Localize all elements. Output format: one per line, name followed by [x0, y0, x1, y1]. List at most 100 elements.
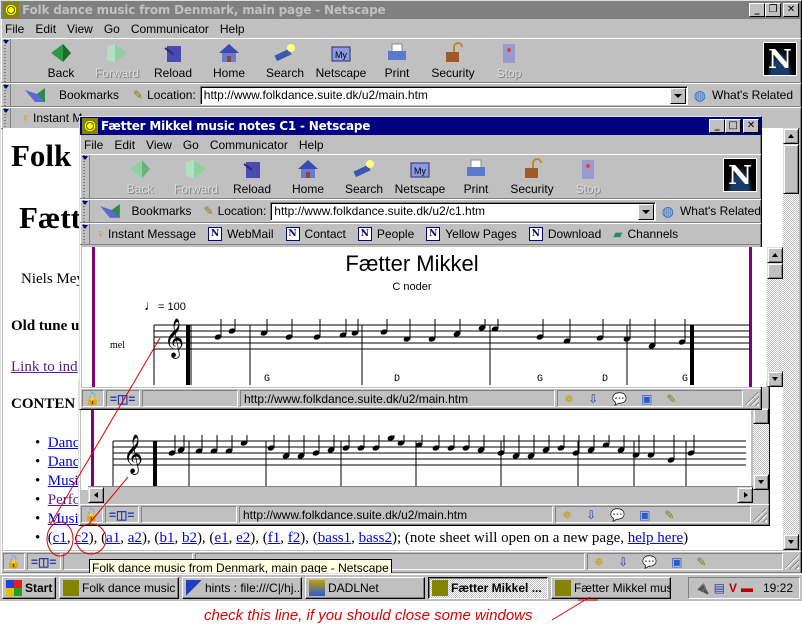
stop-button[interactable]: Stop	[481, 39, 537, 80]
newsgroups-icon[interactable]: 💬	[642, 555, 657, 569]
minimize-button[interactable]: _	[749, 3, 765, 17]
toolbar-grip[interactable]	[80, 155, 90, 198]
netscape-logo[interactable]: N	[723, 158, 757, 192]
composer-icon[interactable]: ✎	[696, 555, 706, 569]
modem-icon[interactable]: ▬	[741, 581, 753, 595]
list-link[interactable]: Danc	[48, 454, 80, 470]
antivirus-icon[interactable]: V	[729, 581, 737, 595]
list-link[interactable]: Perfo	[48, 492, 81, 508]
menu-communicator[interactable]: Communicator	[131, 22, 209, 36]
bookmarks-button[interactable]: Bookmarks	[59, 88, 119, 102]
taskbar-item-faetter-mikkel[interactable]: Fætter Mikkel mus...	[551, 576, 671, 599]
index-link[interactable]: Link to ind	[11, 359, 78, 376]
security-status-icon[interactable]: 🔓	[82, 390, 104, 407]
maximize-button[interactable]: □	[725, 119, 741, 133]
close-button[interactable]: ✕	[783, 3, 799, 17]
bookmarks-button[interactable]: Bookmarks	[131, 204, 191, 218]
security-button[interactable]: Security	[504, 155, 560, 196]
c2-vertical-scrollbar[interactable]	[753, 408, 769, 490]
restore-button[interactable]: ❐	[765, 3, 781, 17]
security-status-icon[interactable]: 🔓	[3, 553, 25, 570]
mail-icon[interactable]: ⇩	[588, 392, 598, 406]
toolbar-grip[interactable]	[80, 200, 90, 222]
composer-icon[interactable]: ✎	[666, 392, 676, 406]
back-button[interactable]: Back	[112, 155, 168, 196]
security-button[interactable]: Security	[425, 39, 481, 80]
print-button[interactable]: Print	[448, 155, 504, 196]
note-link-e2[interactable]: e2	[236, 530, 250, 546]
list-link[interactable]: Danc	[48, 435, 80, 451]
personal-yellow-pages[interactable]: N Yellow Pages	[426, 227, 517, 241]
note-link-f2[interactable]: f2	[288, 530, 301, 546]
minimize-button[interactable]: _	[709, 119, 725, 133]
menu-help[interactable]: Help	[299, 138, 324, 152]
menu-view[interactable]: View	[67, 22, 93, 36]
netscape-button[interactable]: My Netscape	[392, 155, 448, 196]
menu-file[interactable]: File	[84, 138, 103, 152]
composer-icon[interactable]: ✎	[664, 508, 674, 522]
list-link[interactable]: Musi	[48, 511, 79, 527]
resize-grip[interactable]	[785, 554, 799, 569]
main-vertical-scrollbar[interactable]	[783, 128, 799, 550]
forward-button[interactable]: Forward	[89, 39, 145, 80]
toolbar-grip[interactable]	[1, 84, 11, 106]
scheduler-icon[interactable]: ▤	[714, 581, 725, 595]
main-titlebar[interactable]: Folk dance music from Denmark, main page…	[1, 1, 801, 19]
note-link-c2[interactable]: c2	[74, 530, 88, 546]
note-link-bass1[interactable]: bass1	[318, 530, 351, 546]
forward-button[interactable]: Forward	[168, 155, 224, 196]
instant-message-link[interactable]: Instant M	[33, 111, 82, 125]
scroll-thumb[interactable]	[783, 144, 799, 194]
scroll-thumb[interactable]	[767, 263, 783, 279]
address-book-icon[interactable]: ▣	[671, 555, 682, 569]
note-link-b2[interactable]: b2	[182, 530, 197, 546]
personal-download[interactable]: N Download	[528, 227, 601, 241]
print-button[interactable]: Print	[369, 39, 425, 80]
address-book-icon[interactable]: ▣	[639, 508, 650, 522]
personal-webmail[interactable]: N WebMail	[208, 227, 274, 241]
security-status-icon[interactable]: 🔓	[81, 506, 103, 523]
newsgroups-icon[interactable]: 💬	[612, 392, 627, 406]
search-button[interactable]: Search	[336, 155, 392, 196]
personal-channels[interactable]: ▰ Channels	[613, 227, 678, 241]
menu-help[interactable]: Help	[220, 22, 245, 36]
c1-url-input[interactable]: http://www.folkdance.suite.dk/u2/c1.htm	[270, 201, 656, 221]
resize-grip[interactable]	[745, 391, 759, 406]
note-link-e1[interactable]: e1	[214, 530, 228, 546]
note-link-f1[interactable]: f1	[268, 530, 281, 546]
stop-button[interactable]: Stop	[560, 155, 616, 196]
list-link[interactable]: Musi	[48, 473, 79, 489]
scroll-right-button[interactable]	[737, 487, 753, 503]
resize-grip[interactable]	[753, 507, 767, 522]
menu-communicator[interactable]: Communicator	[210, 138, 288, 152]
toolbar-grip[interactable]	[1, 39, 11, 82]
reload-button[interactable]: Reload	[145, 39, 201, 80]
navigator-icon[interactable]: ✵	[564, 392, 574, 406]
close-button[interactable]: ✕	[743, 119, 759, 133]
c2-horizontal-scrollbar[interactable]	[88, 486, 753, 503]
scroll-up-button[interactable]	[767, 247, 783, 263]
search-button[interactable]: Search	[257, 39, 313, 80]
taskbar-item-folk-dance[interactable]: Folk dance music ...	[59, 576, 179, 599]
note-link-c1[interactable]: c1	[53, 530, 67, 546]
scroll-down-button[interactable]	[767, 371, 783, 387]
mail-icon[interactable]: ⇩	[586, 508, 596, 522]
menu-view[interactable]: View	[146, 138, 172, 152]
toolbar-grip[interactable]	[80, 224, 90, 244]
navigator-icon[interactable]: ✵	[562, 508, 572, 522]
url-dropdown-button[interactable]	[669, 87, 686, 104]
newsgroups-icon[interactable]: 💬	[610, 508, 625, 522]
back-button[interactable]: Back	[33, 39, 89, 80]
power-plug-icon[interactable]: 🔌	[695, 581, 710, 595]
taskbar-item-dadlnet[interactable]: DADLNet	[305, 576, 425, 599]
home-button[interactable]: Home	[280, 155, 336, 196]
scroll-down-button[interactable]	[753, 474, 769, 490]
home-button[interactable]: Home	[201, 39, 257, 80]
menu-edit[interactable]: Edit	[35, 22, 56, 36]
scroll-down-button[interactable]	[783, 534, 799, 550]
scroll-up-button[interactable]	[783, 128, 799, 144]
personal-contact[interactable]: N Contact	[285, 227, 346, 241]
personal-instant-message[interactable]: ♀ Instant Message	[94, 227, 196, 241]
netscape-button[interactable]: My Netscape	[313, 39, 369, 80]
menu-go[interactable]: Go	[104, 22, 120, 36]
